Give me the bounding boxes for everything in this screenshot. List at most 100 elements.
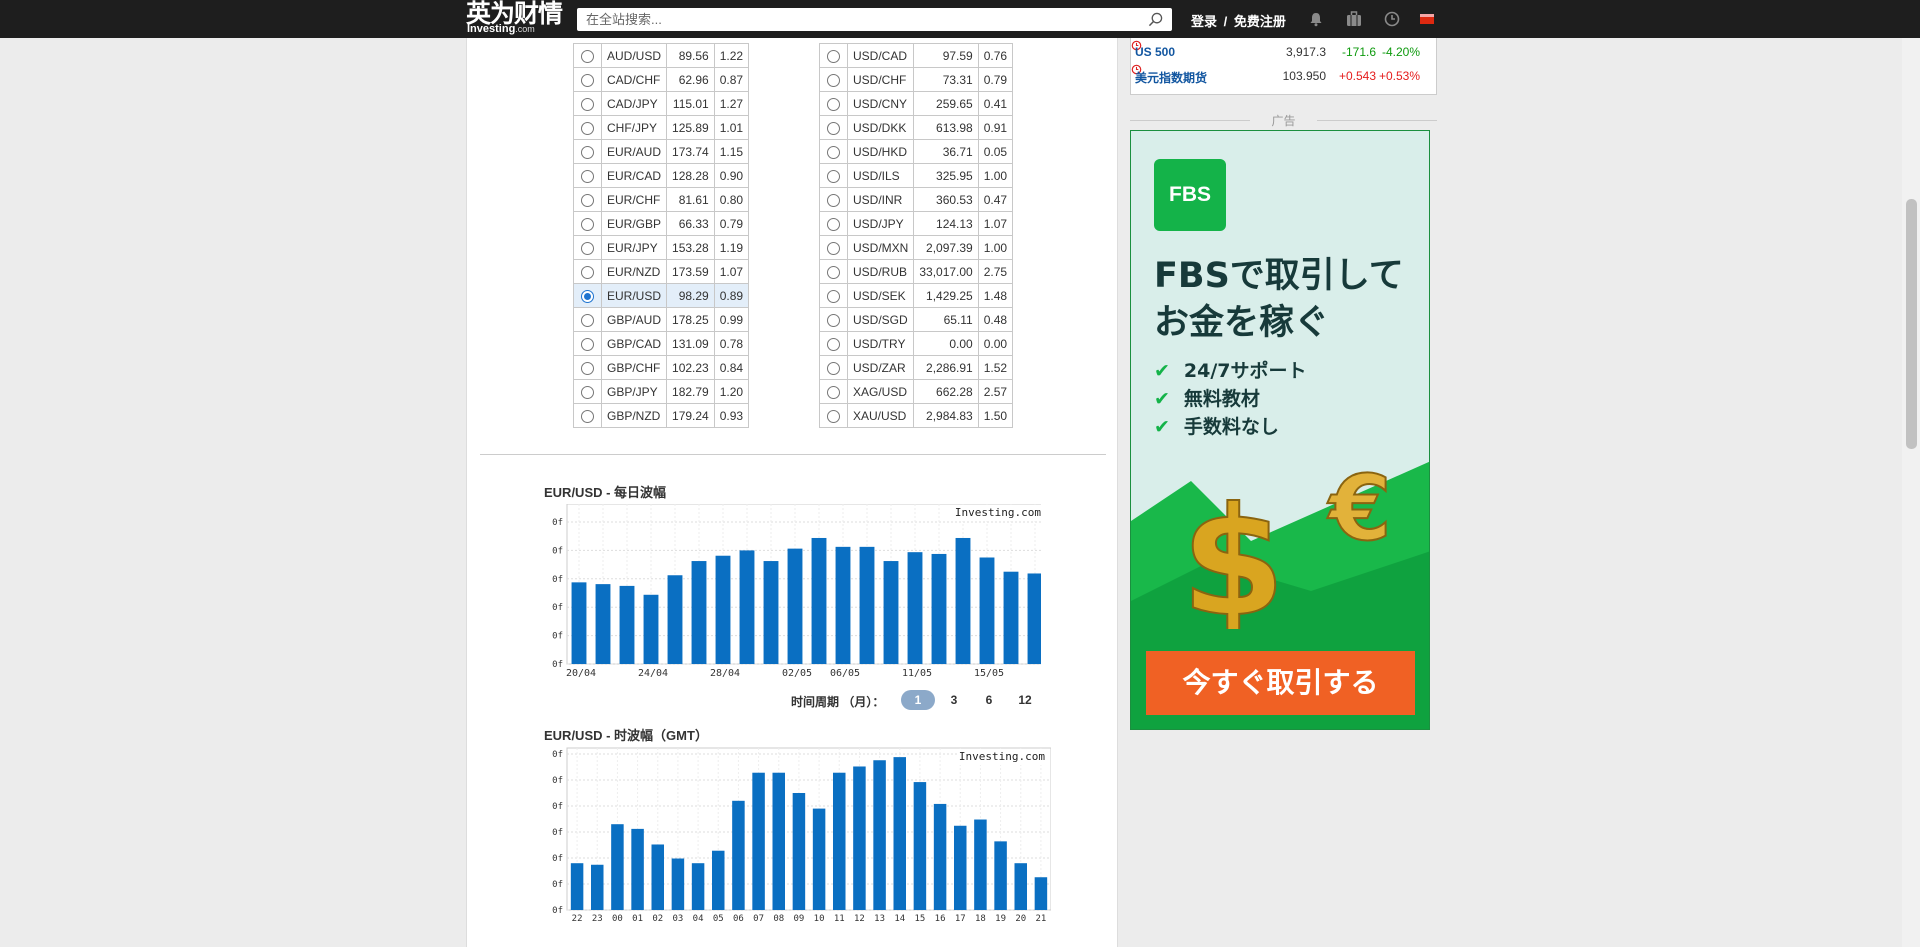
pair-name[interactable]: GBP/NZD	[600, 403, 668, 428]
pair-name[interactable]: USD/DKK	[846, 115, 915, 140]
pair-row[interactable]: EUR/CAD 128.28 0.90	[573, 163, 750, 188]
pair-row[interactable]: USD/TRY 0.00 0.00	[819, 331, 1014, 356]
pair-row[interactable]: USD/CNY 259.65 0.41	[819, 91, 1014, 116]
pair-row[interactable]: USD/DKK 613.98 0.91	[819, 115, 1014, 140]
index-row[interactable]: US 500 3,917.3 -171.6 -4.20%	[1131, 40, 1436, 64]
pair-row[interactable]: EUR/USD 98.29 0.89	[573, 283, 750, 308]
fbs-ad-banner[interactable]: FBS FBSで取引して お金を稼ぐ ✔ 24/7サポート ✔ 無料教材 ✔ 手数料な…	[1130, 130, 1430, 730]
chart-bar[interactable]	[792, 793, 806, 910]
search-input[interactable]	[577, 8, 1137, 31]
pair-row[interactable]: AUD/USD 89.56 1.22	[573, 43, 750, 68]
pair-radio-button[interactable]	[581, 313, 594, 327]
pair-row[interactable]: GBP/AUD 178.25 0.99	[573, 307, 750, 332]
chart-bar[interactable]	[853, 766, 866, 910]
bell-icon[interactable]	[1307, 10, 1325, 28]
pair-radio-button[interactable]	[827, 145, 840, 159]
chart-bar[interactable]	[907, 552, 923, 664]
chart-bar[interactable]	[590, 864, 604, 910]
pair-name[interactable]: CAD/JPY	[600, 91, 668, 116]
pair-row[interactable]: GBP/CAD 131.09 0.78	[573, 331, 750, 356]
pair-name[interactable]: USD/HKD	[846, 139, 915, 164]
period-option-6[interactable]: 6	[982, 690, 996, 710]
chart-bar[interactable]	[812, 808, 826, 910]
page-scrollbar[interactable]	[1902, 38, 1920, 947]
flag-icon[interactable]	[1420, 14, 1434, 24]
chart-bar[interactable]	[570, 863, 584, 910]
search-icon[interactable]	[1148, 12, 1163, 27]
pair-row[interactable]: CAD/CHF 62.96 0.87	[573, 67, 750, 92]
chart-bar[interactable]	[979, 557, 995, 665]
pair-name[interactable]: XAG/USD	[846, 379, 915, 404]
chart-bar[interactable]	[859, 546, 875, 664]
briefcase-icon[interactable]	[1345, 10, 1363, 28]
pair-radio-button[interactable]	[581, 385, 594, 399]
pair-name[interactable]: USD/ZAR	[846, 355, 915, 380]
pair-radio-button[interactable]	[827, 313, 840, 327]
pair-row[interactable]: USD/INR 360.53 0.47	[819, 187, 1014, 212]
pair-name[interactable]: EUR/NZD	[600, 259, 668, 284]
pair-name[interactable]: EUR/CHF	[600, 187, 668, 212]
chart-bar[interactable]	[1014, 863, 1028, 910]
pair-row[interactable]: XAU/USD 2,984.83 1.50	[819, 403, 1014, 428]
pair-row[interactable]: EUR/AUD 173.74 1.15	[573, 139, 750, 164]
chart-bar[interactable]	[595, 584, 611, 664]
pair-radio-button[interactable]	[827, 241, 840, 255]
chart-bar[interactable]	[832, 772, 846, 910]
pair-row[interactable]: CAD/JPY 115.01 1.27	[573, 91, 750, 116]
pair-name[interactable]: AUD/USD	[600, 43, 668, 68]
pair-row[interactable]: USD/SGD 65.11 0.48	[819, 307, 1014, 332]
pair-row[interactable]: USD/SEK 1,429.25 1.48	[819, 283, 1014, 308]
pair-row[interactable]: USD/ILS 325.95 1.00	[819, 163, 1014, 188]
pair-row[interactable]: USD/JPY 124.13 1.07	[819, 211, 1014, 236]
pair-name[interactable]: CHF/JPY	[600, 115, 668, 140]
chart-bar[interactable]	[752, 772, 765, 910]
pair-radio-button[interactable]	[827, 169, 840, 183]
pair-radio-button[interactable]	[581, 73, 594, 87]
pair-row[interactable]: GBP/CHF 102.23 0.84	[573, 355, 750, 380]
chart-bar[interactable]	[811, 537, 827, 664]
chart-bar[interactable]	[732, 800, 745, 910]
pair-radio-button[interactable]	[581, 97, 594, 111]
chart-bar[interactable]	[1034, 877, 1048, 910]
pair-radio-button[interactable]	[581, 337, 594, 351]
index-name[interactable]: 美元指数期货	[1135, 69, 1207, 86]
pair-name[interactable]: EUR/CAD	[600, 163, 668, 188]
chart-bar[interactable]	[873, 760, 886, 910]
pair-name[interactable]: EUR/AUD	[600, 139, 668, 164]
chart-bar[interactable]	[1003, 571, 1019, 664]
pair-name[interactable]: USD/JPY	[846, 211, 915, 236]
pair-row[interactable]: XAG/USD 662.28 2.57	[819, 379, 1014, 404]
register-link[interactable]: 免费注册	[1234, 14, 1286, 29]
chart-bar[interactable]	[994, 841, 1007, 910]
pair-row[interactable]: USD/CHF 73.31 0.79	[819, 67, 1014, 92]
index-row[interactable]: 美元指数期货 103.950 +0.543 +0.53%	[1131, 64, 1436, 88]
chart-bar[interactable]	[953, 825, 967, 910]
pair-row[interactable]: USD/CAD 97.59 0.76	[819, 43, 1014, 68]
pair-radio-button[interactable]	[581, 409, 594, 423]
pair-row[interactable]: EUR/CHF 81.61 0.80	[573, 187, 750, 212]
chart-bar[interactable]	[883, 561, 899, 664]
pair-row[interactable]: EUR/NZD 173.59 1.07	[573, 259, 750, 284]
pair-row[interactable]: EUR/GBP 66.33 0.79	[573, 211, 750, 236]
pair-radio-button[interactable]	[581, 121, 594, 135]
pair-radio-button[interactable]	[581, 217, 594, 231]
pair-name[interactable]: GBP/CHF	[600, 355, 668, 380]
pair-name[interactable]: GBP/AUD	[600, 307, 668, 332]
pair-radio-button[interactable]	[827, 337, 840, 351]
chart-bar[interactable]	[715, 555, 731, 664]
pair-row[interactable]: USD/RUB 33,017.00 2.75	[819, 259, 1014, 284]
pair-radio-button[interactable]	[827, 121, 840, 135]
pair-row[interactable]: EUR/JPY 153.28 1.19	[573, 235, 750, 260]
clock-icon[interactable]	[1383, 10, 1401, 28]
pair-radio-button[interactable]	[581, 289, 594, 303]
chart-bar[interactable]	[772, 772, 786, 910]
pair-name[interactable]: USD/CHF	[846, 67, 915, 92]
chart-bar[interactable]	[643, 594, 659, 664]
pair-name[interactable]: USD/CAD	[846, 43, 915, 68]
pair-name[interactable]: USD/TRY	[846, 331, 915, 356]
pair-name[interactable]: CAD/CHF	[600, 67, 668, 92]
scrollbar-thumb[interactable]	[1906, 199, 1917, 449]
index-name[interactable]: US 500	[1135, 45, 1175, 59]
pair-name[interactable]: XAU/USD	[846, 403, 915, 428]
pair-name[interactable]: GBP/CAD	[600, 331, 668, 356]
